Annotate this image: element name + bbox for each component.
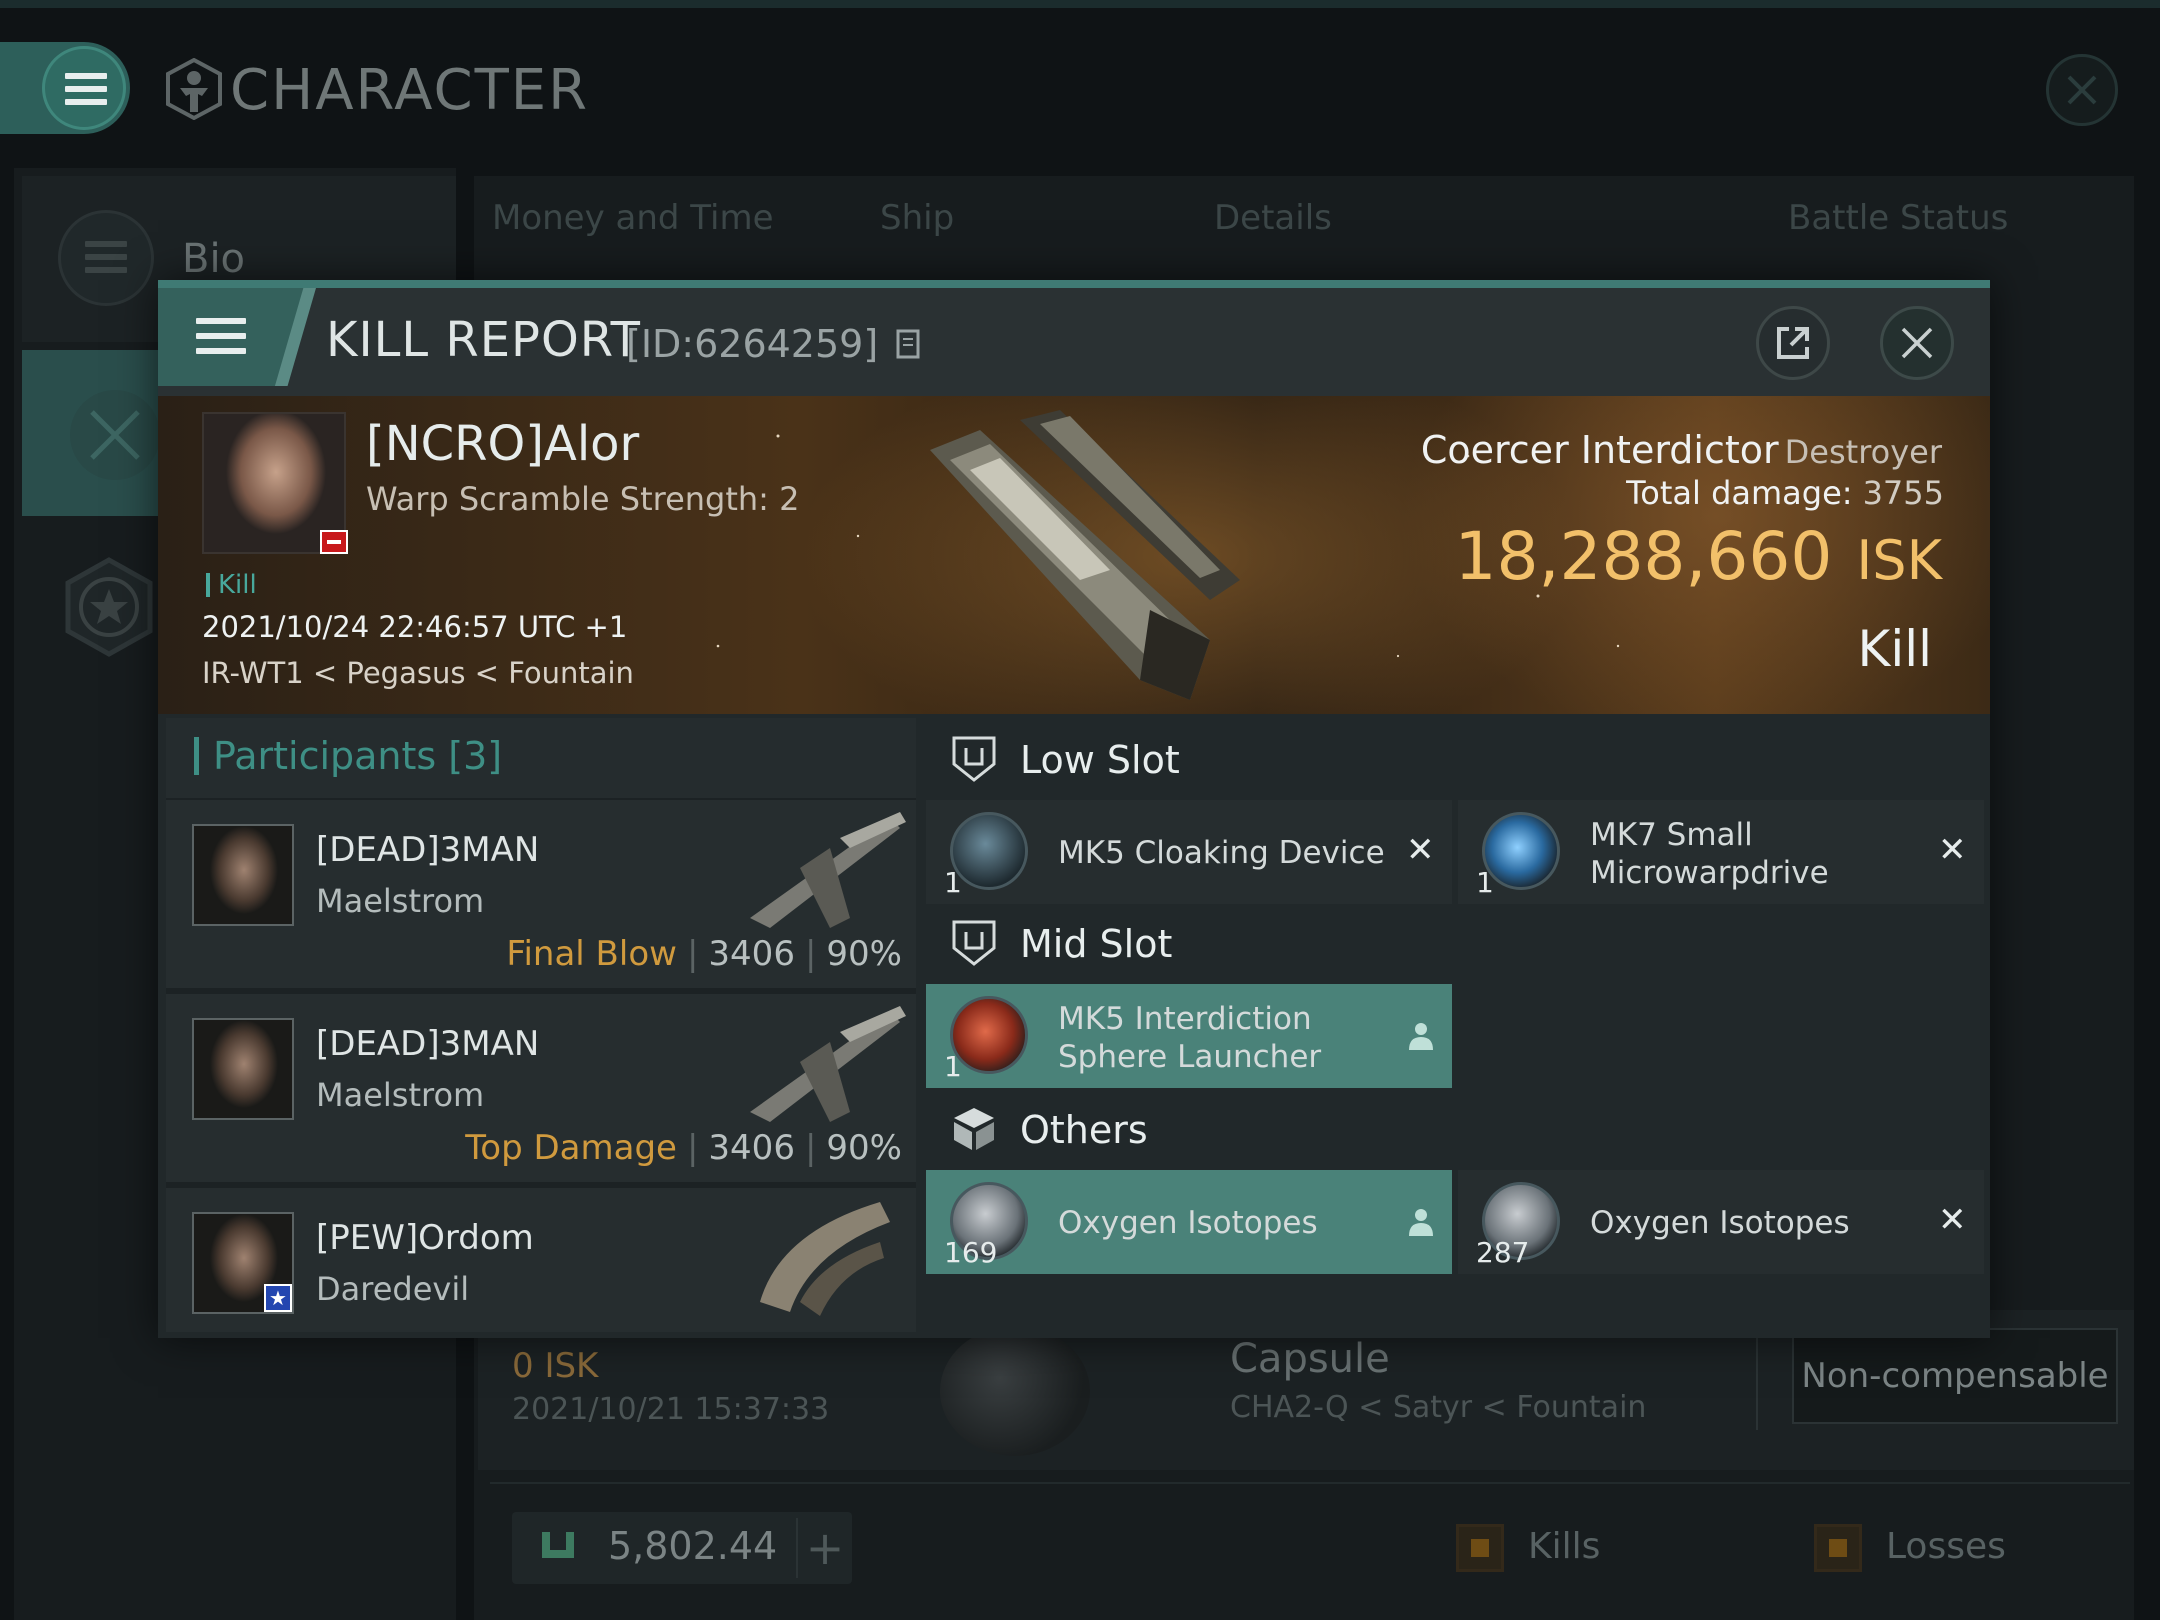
divider: [1756, 1330, 1758, 1430]
kill-id-text: [ID:6264259]: [626, 322, 879, 366]
participant-ship: Maelstrom: [316, 882, 485, 920]
low-slot-title: Low Slot: [1020, 738, 1180, 782]
participant-damage: 3406: [708, 1128, 795, 1168]
kill-tag: Kill: [206, 570, 257, 600]
item-quantity: 1: [944, 1050, 962, 1083]
pilot-name[interactable]: [NCRO]Alor: [366, 416, 639, 472]
slot-icon: [952, 736, 996, 782]
victim-ship-image: [930, 410, 1240, 700]
sidebar-item-label: Bio: [182, 236, 246, 282]
character-icon: [166, 58, 222, 120]
divider: [490, 1482, 2130, 1484]
item-name: MK5 Interdiction Sphere Launcher: [1058, 1001, 1322, 1075]
cube-icon: [954, 1108, 994, 1150]
kills-legend-label: Kills: [1528, 1526, 1601, 1567]
item-name: MK7 Small Microwarpdrive: [1590, 817, 1829, 891]
column-header-details[interactable]: Details: [1214, 198, 1332, 238]
item-name: MK5 Cloaking Device: [1058, 835, 1385, 871]
window-close-button[interactable]: [2046, 54, 2118, 126]
share-button[interactable]: [1756, 306, 1830, 380]
participant-name[interactable]: [PEW]Ordom: [316, 1218, 534, 1258]
kill-outcome: Kill: [1857, 620, 1932, 678]
add-funds-button[interactable]: +: [796, 1518, 852, 1578]
person-icon: [1409, 1209, 1433, 1236]
capsule-image: [940, 1326, 1090, 1456]
main-menu-button[interactable]: [0, 42, 130, 134]
participant-avatar[interactable]: [192, 824, 294, 926]
row-date: 2021/10/21 15:37:33: [512, 1392, 830, 1427]
victim-ship-class: Destroyer: [1784, 433, 1942, 471]
losses-legend-label: Losses: [1886, 1526, 2006, 1567]
participant-ship-image: [750, 812, 906, 928]
participant-stats: Top Damage | 3406 | 90%: [465, 1128, 902, 1168]
losses-legend-swatch: [1814, 1524, 1862, 1572]
warp-scramble-strength: Warp Scramble Strength: 2: [366, 480, 800, 518]
column-header-battle-status[interactable]: Battle Status: [1788, 198, 2008, 238]
item-name: Oxygen Isotopes: [1058, 1205, 1318, 1241]
participants-title: Participants [3]: [194, 734, 502, 778]
item-quantity: 1: [1476, 866, 1494, 899]
list-icon: [58, 210, 154, 306]
row-ship: Capsule: [1230, 1336, 1390, 1382]
participant-name[interactable]: [DEAD]3MAN: [316, 1024, 539, 1064]
final-blow-label: Final Blow: [506, 934, 677, 974]
destroyed-icon: ✕: [1406, 830, 1435, 870]
total-damage: Total damage: 3755: [1626, 474, 1944, 512]
item-quantity: 1: [944, 866, 962, 899]
column-header-money[interactable]: Money and Time: [492, 198, 774, 238]
copy-icon[interactable]: [896, 329, 922, 361]
isk-amount: 18,288,660: [1454, 518, 1833, 595]
item-name: Oxygen Isotopes: [1590, 1205, 1850, 1241]
close-button[interactable]: [1880, 306, 1954, 380]
standing-badge: [320, 530, 348, 554]
participant-percent: 90%: [826, 934, 902, 974]
participant-avatar[interactable]: [192, 1018, 294, 1120]
others-title: Others: [1020, 1108, 1148, 1152]
hamburger-icon: [65, 73, 107, 105]
kill-location[interactable]: IR-WT1 < Pegasus < Fountain: [202, 656, 634, 690]
wallet-balance: 5,802.44: [608, 1524, 778, 1568]
slot-icon: [952, 920, 996, 966]
star-icon[interactable]: [58, 556, 160, 658]
page-title: CHARACTER: [230, 58, 590, 123]
external-link-icon: [1777, 327, 1809, 359]
item-quantity: 169: [944, 1236, 998, 1269]
column-header-ship[interactable]: Ship: [880, 198, 954, 238]
top-damage-label: Top Damage: [465, 1128, 677, 1168]
participant-ship: Daredevil: [316, 1270, 470, 1308]
kills-legend-swatch: [1456, 1524, 1504, 1572]
item-quantity: 287: [1476, 1236, 1530, 1269]
participant-stats: Final Blow | 3406 | 90%: [506, 934, 902, 974]
destroyed-icon: ✕: [1938, 830, 1967, 870]
total-damage-value: 3755: [1862, 474, 1944, 512]
isk-value: 18,288,660 ISK: [1454, 518, 1942, 595]
isk-unit: ISK: [1856, 529, 1942, 592]
participant-ship-image: [750, 1006, 906, 1122]
total-damage-label: Total damage:: [1626, 474, 1853, 512]
row-location: CHA2-Q < Satyr < Fountain: [1230, 1390, 1647, 1425]
close-icon: [2067, 75, 2097, 105]
close-icon: [1901, 327, 1933, 359]
kill-timestamp: 2021/10/24 22:46:57 UTC +1: [202, 610, 628, 644]
hamburger-icon: [196, 318, 246, 354]
wallet-icon: [542, 1532, 574, 1558]
dialog-accent-bar: [158, 280, 1990, 288]
person-icon: [1409, 1023, 1433, 1050]
participant-percent: 90%: [826, 1128, 902, 1168]
top-bar: [0, 0, 2160, 8]
participant-name[interactable]: [DEAD]3MAN: [316, 830, 539, 870]
crossed-swords-icon: [70, 390, 160, 480]
participant-ship-image: [760, 1202, 890, 1316]
dialog-title: KILL REPORT: [326, 312, 641, 368]
participant-damage: 3406: [708, 934, 795, 974]
victim-ship: Coercer Interdictor Destroyer: [1421, 428, 1942, 472]
star-icon: ★: [264, 1284, 292, 1312]
participant-ship: Maelstrom: [316, 1076, 485, 1114]
status-badge: Non-compensable: [1792, 1328, 2118, 1424]
destroyed-icon: ✕: [1938, 1200, 1967, 1240]
row-isk: 0 ISK: [512, 1346, 599, 1386]
mid-slot-title: Mid Slot: [1020, 922, 1173, 966]
kill-id: [ID:6264259]: [626, 322, 922, 366]
victim-ship-name[interactable]: Coercer Interdictor: [1421, 428, 1779, 472]
